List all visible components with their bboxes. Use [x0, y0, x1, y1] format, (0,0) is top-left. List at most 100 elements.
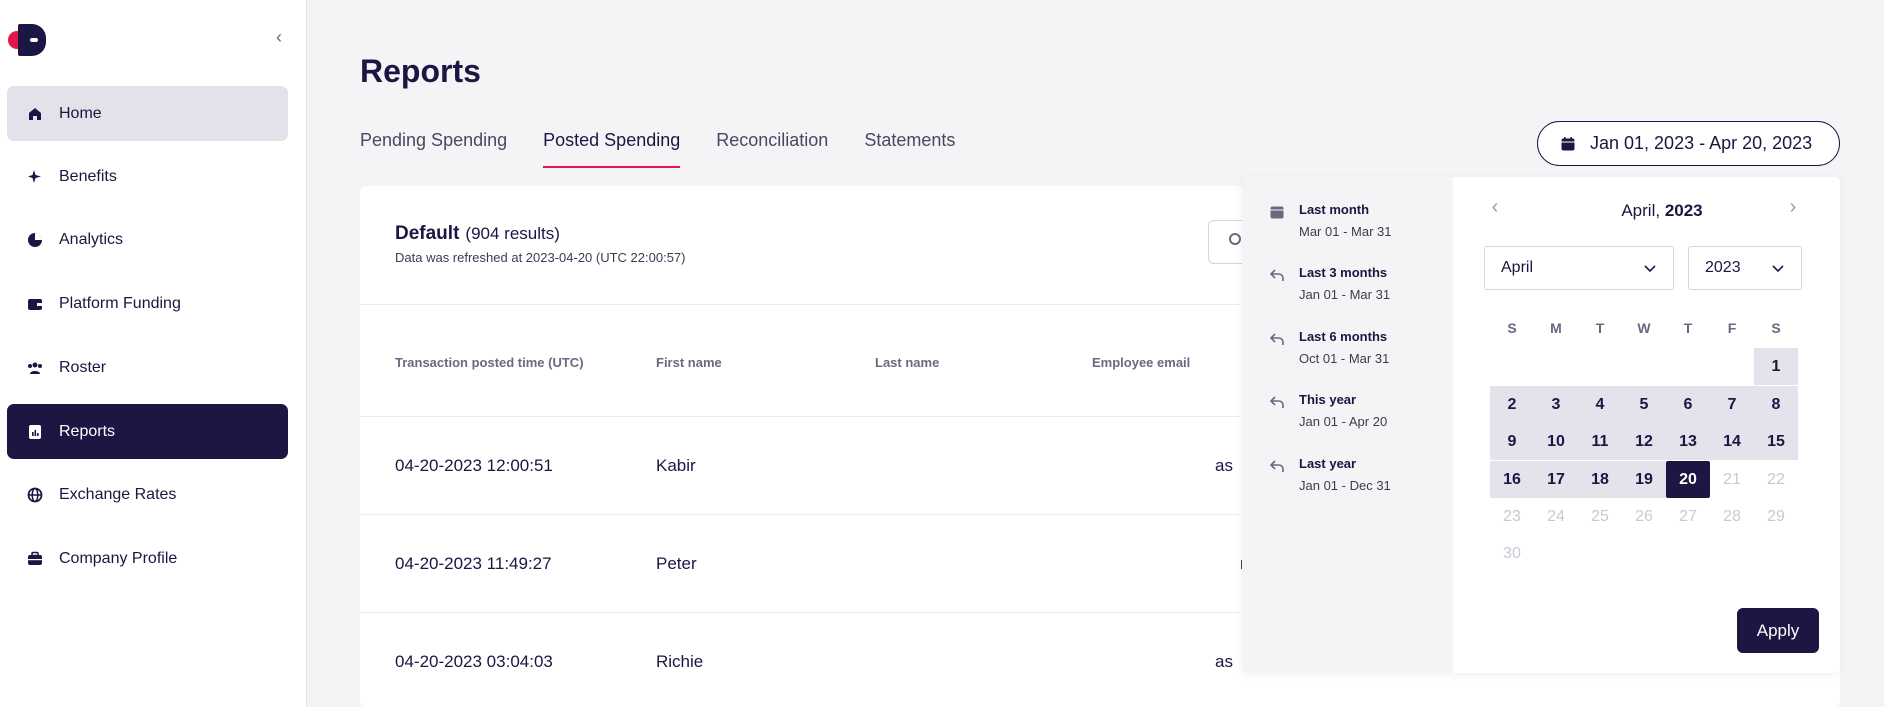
sidebar-item-label: Analytics	[59, 230, 124, 248]
divider	[360, 514, 1240, 515]
calendar-day[interactable]: 6	[1666, 386, 1710, 423]
sidebar-item-home[interactable]: Home	[7, 86, 288, 141]
calendar-day[interactable]: 17	[1534, 461, 1578, 498]
column-header[interactable]: First name	[656, 355, 722, 370]
month-select[interactable]: April	[1484, 246, 1674, 290]
year-select[interactable]: 2023	[1688, 246, 1802, 290]
calendar-day[interactable]: 10	[1534, 423, 1578, 460]
preset-last-3-months[interactable]: Last 3 months Jan 01 - Mar 31	[1268, 265, 1448, 311]
year-select-value: 2023	[1705, 259, 1741, 276]
tab-pending-spending[interactable]: Pending Spending	[360, 130, 507, 168]
weekday-label: S	[1507, 320, 1517, 336]
column-header[interactable]: Transaction posted time (UTC)	[395, 355, 584, 370]
calendar-icon	[1268, 203, 1286, 221]
preset-range: Oct 01 - Mar 31	[1299, 351, 1390, 366]
company-logo[interactable]	[8, 24, 46, 56]
sidebar-item-label: Roster	[59, 358, 107, 376]
chevron-left-icon[interactable]: ‹	[270, 28, 288, 46]
calendar-day[interactable]: 16	[1490, 461, 1534, 498]
divider	[360, 304, 1240, 305]
undo-arrow-icon	[1268, 330, 1286, 348]
sidebar-item-analytics[interactable]: Analytics	[7, 212, 288, 267]
result-count: (904 results)	[465, 224, 560, 243]
sparkle-icon	[25, 167, 45, 187]
calendar-day: 22	[1767, 471, 1785, 488]
tab-statements[interactable]: Statements	[864, 130, 955, 168]
preset-label: This year	[1299, 392, 1357, 407]
calendar-day[interactable]: 18	[1578, 461, 1622, 498]
sidebar: ‹ Home Benefits Analytics Platform Fundi…	[0, 0, 307, 707]
cell-posted-time: 04-20-2023 03:04:03	[395, 652, 553, 671]
calendar-day[interactable]: 8	[1754, 386, 1798, 423]
column-header[interactable]: Last name	[875, 355, 939, 370]
calendar-day[interactable]: 19	[1622, 461, 1666, 498]
cell-email: as	[1215, 456, 1233, 475]
calendar-day[interactable]: 5	[1622, 386, 1666, 423]
calendar-day: 27	[1679, 508, 1697, 525]
report-icon	[25, 422, 45, 442]
prev-month-icon[interactable]: ‹	[1485, 197, 1505, 217]
undo-arrow-icon	[1268, 393, 1286, 411]
tab-reconciliation[interactable]: Reconciliation	[716, 130, 828, 168]
calendar-day[interactable]: 3	[1534, 386, 1578, 423]
calendar-day[interactable]: 14	[1710, 423, 1754, 460]
chevron-down-icon	[1644, 265, 1656, 273]
date-range-label: Jan 01, 2023 - Apr 20, 2023	[1590, 133, 1813, 153]
preset-this-year[interactable]: This year Jan 01 - Apr 20	[1268, 392, 1448, 438]
date-picker-panel: Last month Mar 01 - Mar 31 Last 3 months…	[1242, 177, 1840, 673]
calendar-day: 23	[1503, 508, 1521, 525]
tab-posted-spending[interactable]: Posted Spending	[543, 130, 681, 168]
divider	[360, 612, 1240, 613]
sidebar-item-roster[interactable]: Roster	[7, 340, 288, 395]
chevron-down-icon	[1772, 265, 1784, 273]
preset-last-6-months[interactable]: Last 6 months Oct 01 - Mar 31	[1268, 329, 1448, 375]
divider	[360, 416, 1240, 417]
preset-range: Jan 01 - Mar 31	[1299, 287, 1391, 302]
calendar-day[interactable]: 13	[1666, 423, 1710, 460]
calendar-day[interactable]: 12	[1622, 423, 1666, 460]
sidebar-item-label: Benefits	[59, 167, 117, 185]
calendar-day-selected[interactable]: 20	[1666, 461, 1710, 498]
preset-range: Jan 01 - Dec 31	[1299, 478, 1391, 493]
briefcase-icon	[25, 549, 45, 569]
calendar-day[interactable]: 7	[1710, 386, 1754, 423]
cell-posted-time: 04-20-2023 12:00:51	[395, 456, 553, 475]
calendar-month-title: April, 2023	[1592, 201, 1732, 221]
month-select-value: April	[1501, 259, 1534, 276]
calendar-day[interactable]: 1	[1754, 348, 1798, 385]
sidebar-item-label: Platform Funding	[59, 294, 181, 312]
column-header[interactable]: Employee email	[1092, 355, 1190, 370]
sidebar-item-reports[interactable]: Reports	[7, 404, 288, 459]
search-icon	[1229, 233, 1241, 245]
calendar-day[interactable]: 9	[1490, 423, 1534, 460]
preset-label: Last 3 months	[1299, 265, 1388, 280]
sidebar-item-company-profile[interactable]: Company Profile	[7, 531, 288, 586]
cell-first-name: Richie	[656, 652, 704, 671]
calendar-day[interactable]: 2	[1490, 386, 1534, 423]
calendar-year-label: 2023	[1664, 201, 1703, 220]
sidebar-item-platform-funding[interactable]: Platform Funding	[7, 276, 288, 331]
calendar-day[interactable]: 15	[1754, 423, 1798, 460]
undo-arrow-icon	[1268, 457, 1286, 475]
weekday-label: T	[1683, 320, 1693, 336]
weekday-label: M	[1550, 320, 1562, 336]
date-range-button[interactable]: Jan 01, 2023 - Apr 20, 2023	[1537, 121, 1840, 166]
sidebar-item-exchange-rates[interactable]: Exchange Rates	[7, 467, 288, 522]
weekday-label: W	[1637, 320, 1651, 336]
sidebar-item-label: Company Profile	[59, 549, 178, 567]
next-month-icon[interactable]: ›	[1783, 197, 1803, 217]
refresh-timestamp: Data was refreshed at 2023-04-20 (UTC 22…	[395, 250, 686, 265]
preset-last-month[interactable]: Last month Mar 01 - Mar 31	[1268, 202, 1448, 248]
people-icon	[25, 358, 45, 378]
calendar-day[interactable]: 4	[1578, 386, 1622, 423]
cell-email: as	[1215, 652, 1233, 671]
home-icon	[25, 104, 45, 124]
preset-label: Last 6 months	[1299, 329, 1388, 344]
undo-arrow-icon	[1268, 266, 1286, 284]
apply-button[interactable]: Apply	[1737, 608, 1819, 653]
calendar-icon	[1560, 136, 1576, 152]
sidebar-item-benefits[interactable]: Benefits	[7, 149, 288, 204]
preset-last-year[interactable]: Last year Jan 01 - Dec 31	[1268, 456, 1448, 502]
calendar-day[interactable]: 11	[1578, 423, 1622, 460]
preset-list: Last month Mar 01 - Mar 31 Last 3 months…	[1242, 177, 1453, 673]
